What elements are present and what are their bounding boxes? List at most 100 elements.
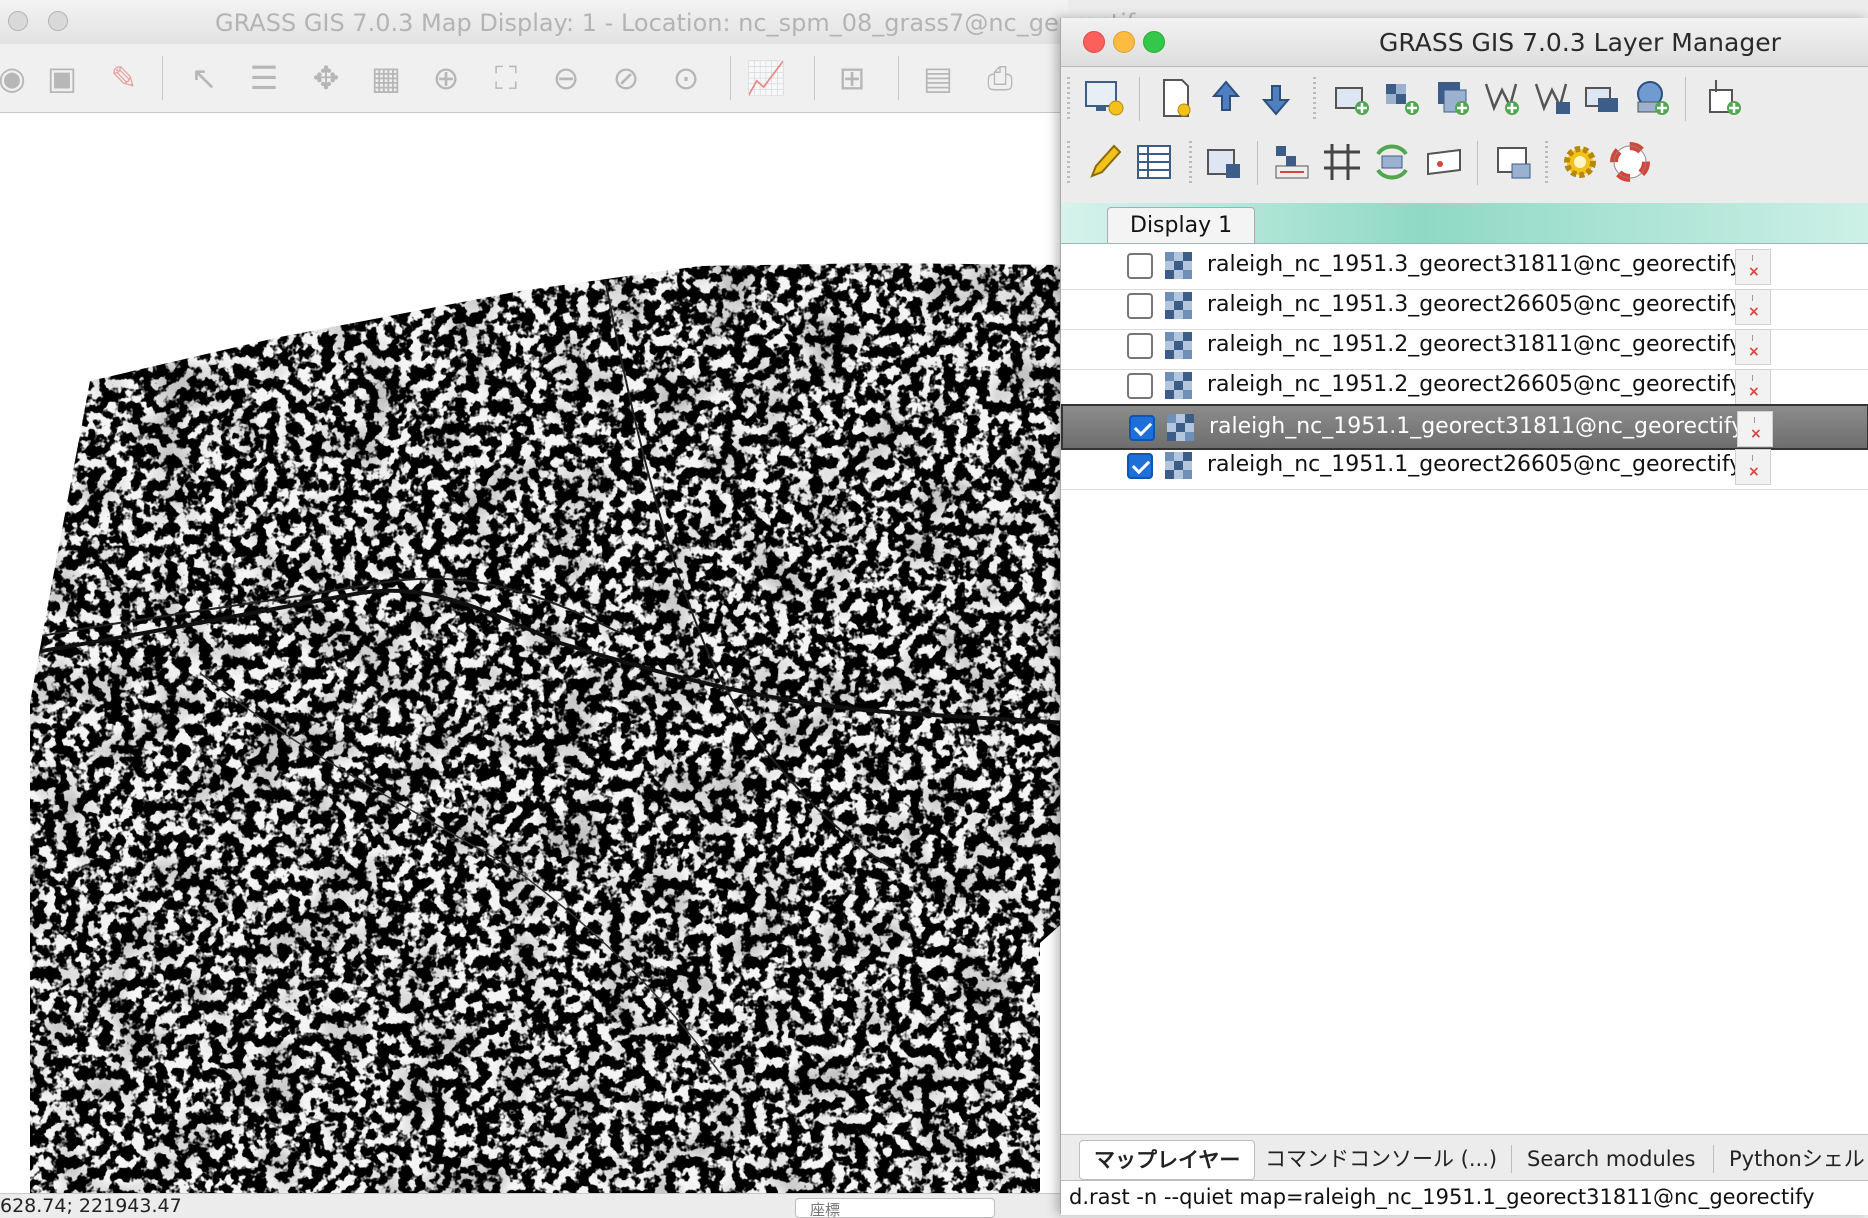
map-display-title: GRASS GIS 7.0.3 Map Display: 1 - Locatio… <box>215 9 1150 37</box>
add-web-layer-icon[interactable] <box>1629 75 1675 121</box>
settings-icon[interactable] <box>1557 139 1603 185</box>
layer-options-button[interactable]: × <box>1735 369 1771 405</box>
tab-search-modules[interactable]: Search modules <box>1527 1140 1695 1178</box>
layer-manager-titlebar: GRASS GIS 7.0.3 Layer Manager <box>1061 18 1868 67</box>
layer-options-button[interactable]: × <box>1735 289 1771 325</box>
tab-command-console[interactable]: コマンドコンソール (...) <box>1265 1140 1497 1178</box>
tab-python-shell[interactable]: Pythonシェル <box>1729 1140 1865 1178</box>
add-vector-icon[interactable] <box>1479 75 1525 121</box>
georectifier-icon[interactable] <box>1201 139 1247 185</box>
overlay-icon[interactable]: ▦ <box>366 58 406 98</box>
zoom-options-icon[interactable]: ⊙ <box>666 58 706 98</box>
zoom-window-button[interactable] <box>1143 31 1165 53</box>
zoom-in-icon[interactable]: ⊕ <box>426 58 466 98</box>
remove-icon: × <box>1748 464 1760 480</box>
help-icon[interactable] <box>1607 139 1653 185</box>
add-overlay-icon[interactable] <box>1429 75 1475 121</box>
zoom-back-icon[interactable]: ⊘ <box>606 58 646 98</box>
layer-options-button[interactable]: × <box>1735 329 1771 365</box>
scanned-topographic-map <box>30 263 1068 1193</box>
zoom-out-icon[interactable]: ⊖ <box>546 58 586 98</box>
map-display-titlebar: GRASS GIS 7.0.3 Map Display: 1 - Locatio… <box>0 0 1149 45</box>
toolbar-grip <box>1313 77 1316 121</box>
query-icon[interactable]: ☰ <box>244 58 284 98</box>
graphical-modeler-icon[interactable] <box>1319 139 1365 185</box>
layer-options-button[interactable]: × <box>1737 411 1773 447</box>
toolbar-separator <box>730 56 731 100</box>
tab-separator <box>1713 1145 1714 1173</box>
minimize-window-button[interactable] <box>48 11 68 31</box>
toolbar-separator <box>1257 141 1258 185</box>
layer-tree: raleigh_nc_1951.3_georect31811@nc_georec… <box>1061 244 1868 1134</box>
statusbar-mode-select[interactable]: 座標 <box>795 1198 995 1218</box>
erase-icon[interactable]: ✎ <box>104 58 144 98</box>
new-display-icon[interactable] <box>1081 75 1127 121</box>
raster-calculator-icon[interactable] <box>1269 139 1315 185</box>
minimize-window-button[interactable] <box>1113 31 1135 53</box>
layer-name: raleigh_nc_1951.2_georect31811@nc_georec… <box>1207 332 1743 357</box>
pan-icon[interactable]: ✥ <box>306 58 346 98</box>
print-icon[interactable]: ⎙ <box>980 58 1020 98</box>
remove-icon: × <box>1750 426 1762 442</box>
raster-layer-icon <box>1165 292 1192 319</box>
add-multiple-vector-icon[interactable] <box>1529 75 1575 121</box>
add-raster-icon[interactable] <box>1329 75 1375 121</box>
raster-layer-icon <box>1165 332 1192 359</box>
layer-visibility-checkbox[interactable] <box>1127 373 1153 399</box>
layer-options-button[interactable]: × <box>1735 249 1771 285</box>
display-map-icon[interactable]: ◉ <box>0 58 32 98</box>
load-workspace-icon[interactable] <box>1203 75 1249 121</box>
toolbar-separator <box>898 56 899 100</box>
layer-visibility-checkbox[interactable] <box>1127 333 1153 359</box>
layer-options-button[interactable]: × <box>1735 449 1771 485</box>
raster-layer-icon <box>1167 414 1194 441</box>
save-display-icon[interactable]: ▤ <box>918 58 958 98</box>
zoom-extent-icon[interactable]: ⛶ <box>486 58 526 98</box>
remove-icon: × <box>1748 304 1760 320</box>
save-workspace-icon[interactable] <box>1253 75 1299 121</box>
layer-name: raleigh_nc_1951.3_georect26605@nc_georec… <box>1207 292 1743 317</box>
toolbar-grip <box>1067 141 1070 185</box>
remove-icon: × <box>1748 264 1760 280</box>
raster-layer-icon <box>1165 452 1192 479</box>
layer-visibility-checkbox[interactable] <box>1129 415 1155 441</box>
layer-visibility-checkbox[interactable] <box>1127 453 1153 479</box>
layer-row[interactable]: raleigh_nc_1951.1_georect26605@nc_georec… <box>1061 444 1868 490</box>
map-statusbar: 628.74; 221943.47 座標 <box>0 1193 1068 1218</box>
toolbar-separator <box>1477 141 1478 185</box>
attribute-table-icon[interactable] <box>1131 139 1177 185</box>
layer-name: raleigh_nc_1951.2_georect26605@nc_georec… <box>1207 372 1743 397</box>
remove-icon: × <box>1748 344 1760 360</box>
pointer-icon[interactable]: ↖ <box>184 58 224 98</box>
map-export-icon[interactable] <box>1491 139 1537 185</box>
layer-manager-window: GRASS GIS 7.0.3 Layer Manager Display 1 … <box>1060 18 1868 1215</box>
layer-manager-toolbar-main <box>1061 67 1868 131</box>
map-canvas[interactable] <box>0 113 1068 1193</box>
analyze-icon[interactable]: 📈 <box>746 58 786 98</box>
display-tab-strip: Display 1 <box>1061 203 1868 244</box>
raster-layer-icon <box>1165 252 1192 279</box>
tab-display-1[interactable]: Display 1 <box>1107 207 1256 243</box>
layer-visibility-checkbox[interactable] <box>1127 293 1153 319</box>
add-group-icon[interactable] <box>1579 75 1625 121</box>
map-calculator-icon[interactable] <box>1421 139 1467 185</box>
close-window-button[interactable] <box>1083 31 1105 53</box>
layer-name: raleigh_nc_1951.3_georect31811@nc_georec… <box>1207 252 1743 277</box>
layer-visibility-checkbox[interactable] <box>1127 253 1153 279</box>
decorations-icon[interactable]: ⊞ <box>832 58 872 98</box>
tab-map-layers[interactable]: マップレイヤー <box>1079 1140 1256 1180</box>
layer-name: raleigh_nc_1951.1_georect31811@nc_georec… <box>1209 414 1745 439</box>
command-line[interactable]: d.rast -n --quiet map=raleigh_nc_1951.1_… <box>1061 1180 1868 1215</box>
new-workspace-icon[interactable] <box>1153 75 1199 121</box>
toolbar-grip <box>1067 77 1070 121</box>
render-map-icon[interactable]: ▣ <box>42 58 82 98</box>
toolbar-separator <box>1139 77 1140 121</box>
digitize-icon[interactable] <box>1081 139 1127 185</box>
import-icon[interactable] <box>1701 75 1747 121</box>
layer-manager-toolbar-tools <box>1061 131 1868 195</box>
cartographic-composer-icon[interactable] <box>1369 139 1415 185</box>
toolbar-grip <box>1189 141 1192 185</box>
close-window-button[interactable] <box>8 11 28 31</box>
layer-manager-title: GRASS GIS 7.0.3 Layer Manager <box>1379 28 1781 57</box>
add-multiple-raster-icon[interactable] <box>1379 75 1425 121</box>
